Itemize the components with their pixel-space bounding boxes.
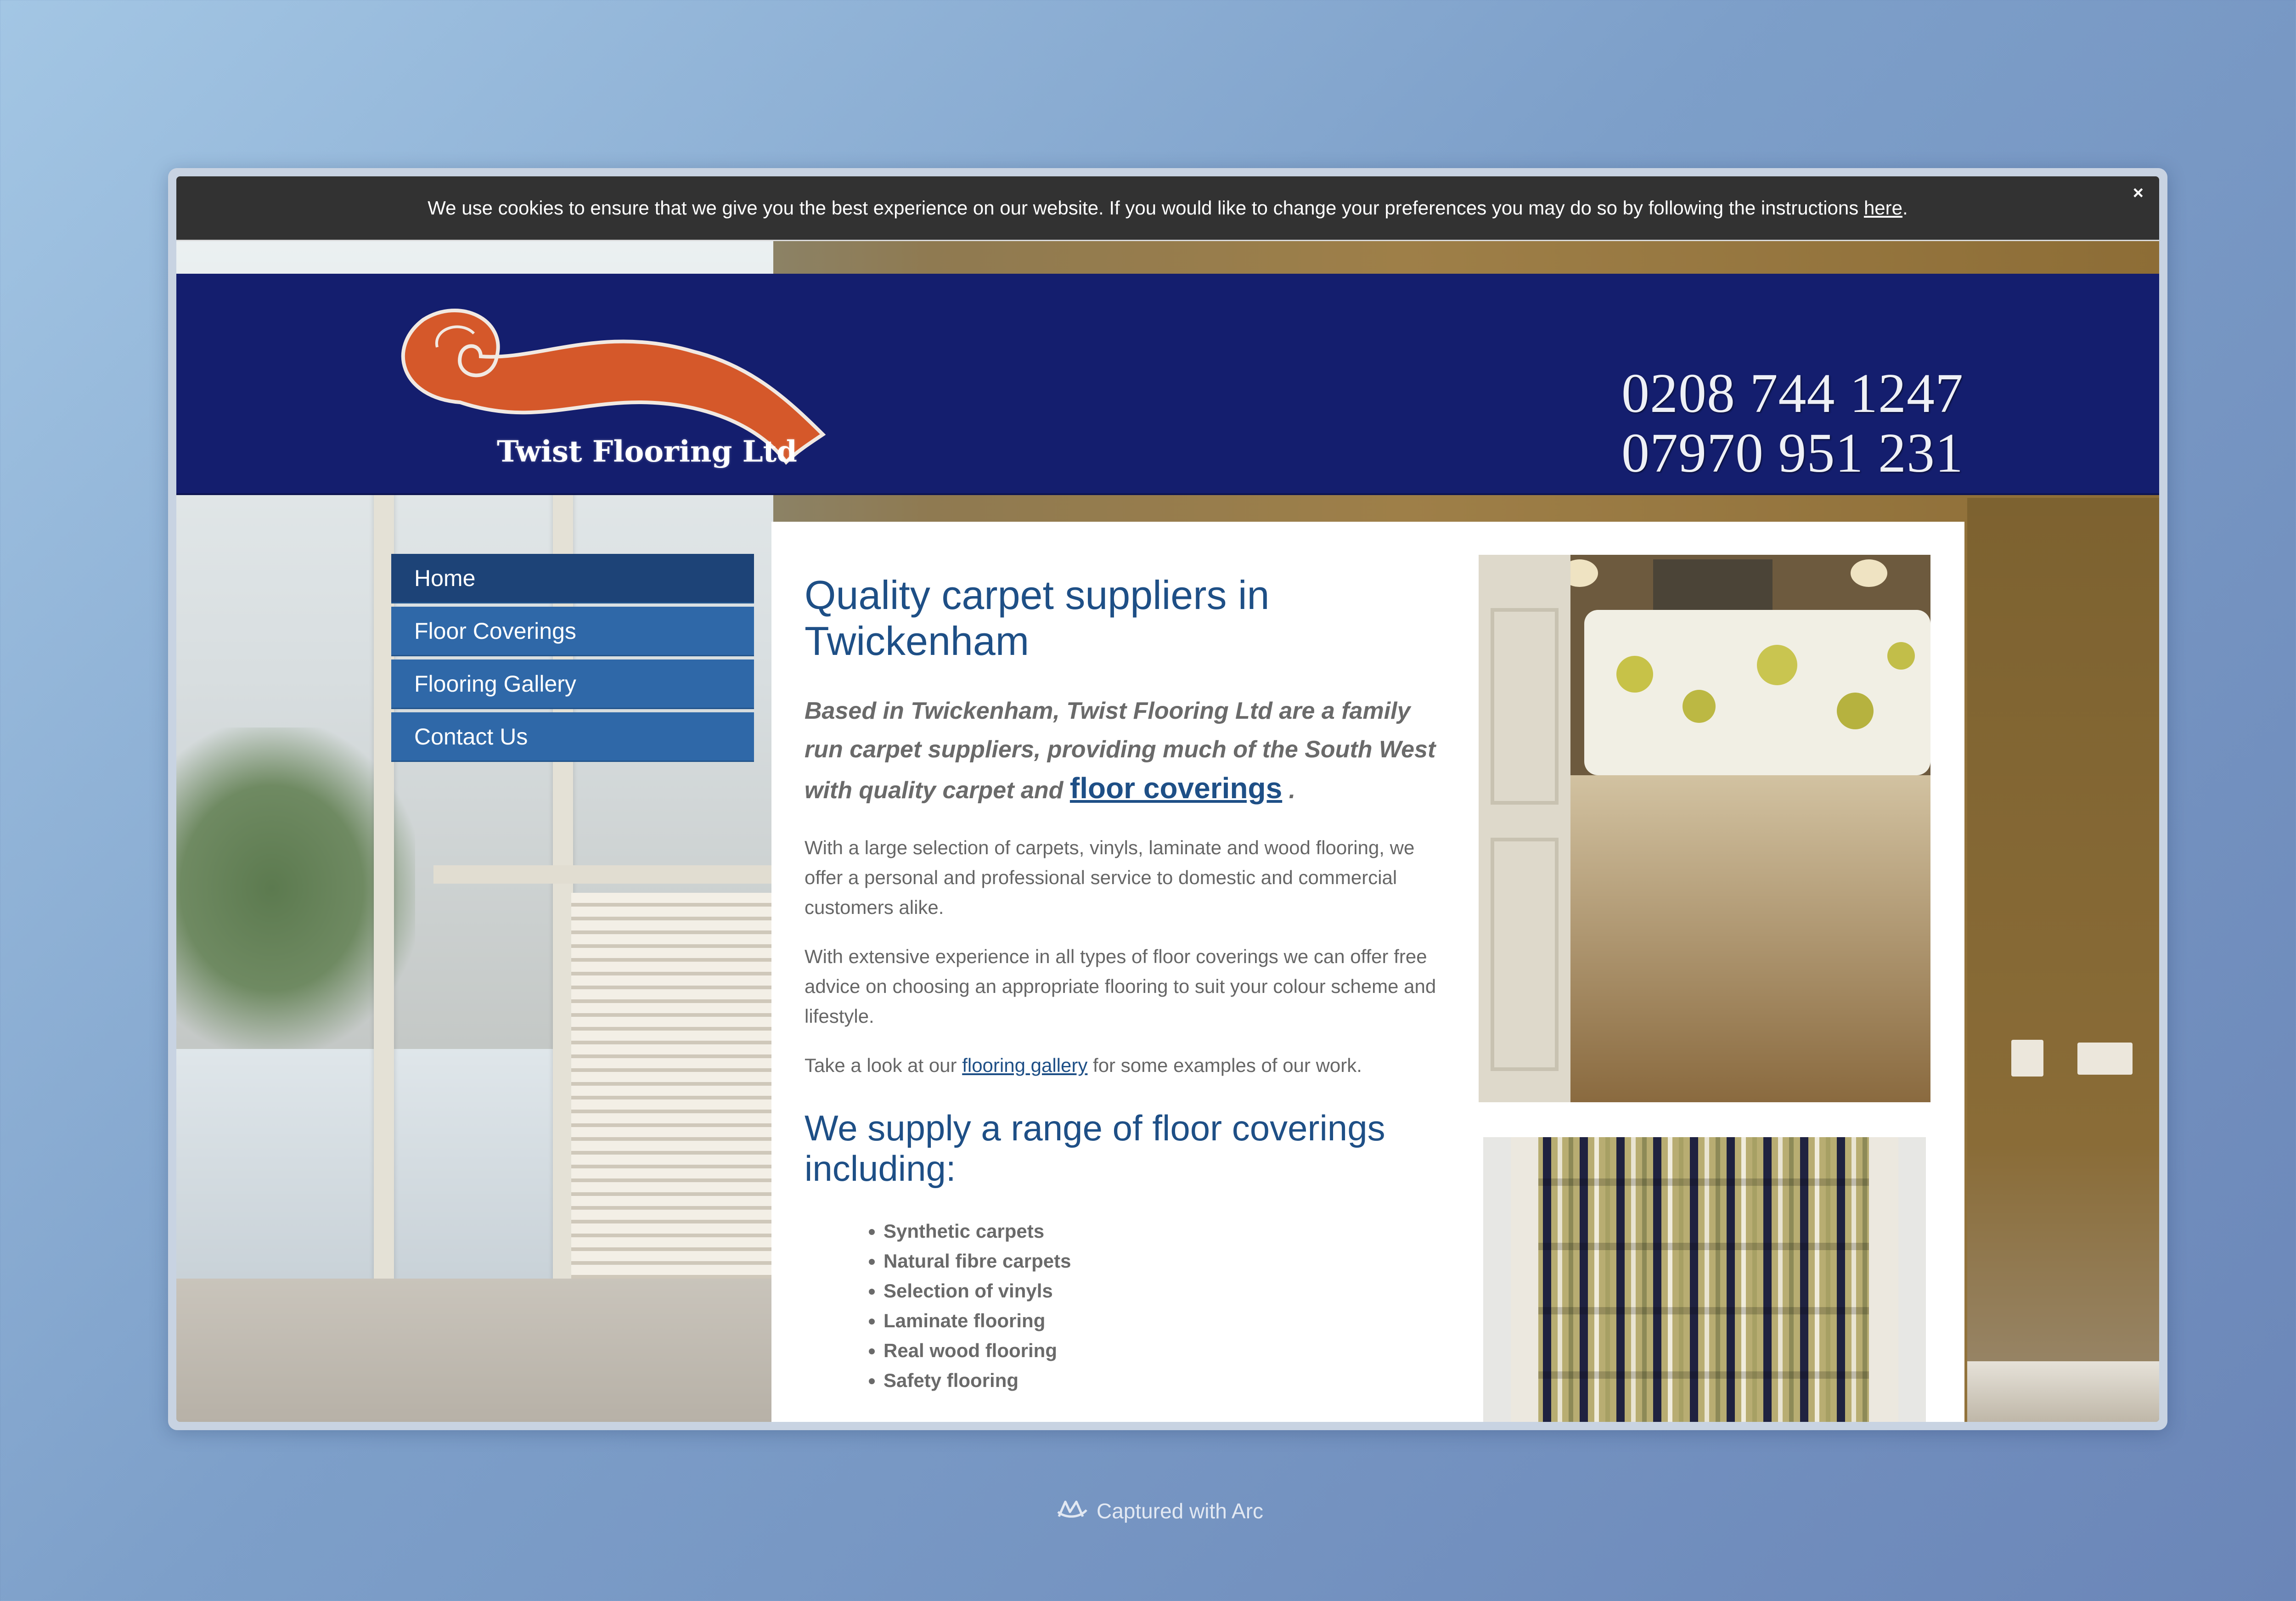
page-title: Quality carpet suppliers in Twickenham: [805, 572, 1270, 664]
background-wall: [1967, 498, 2159, 1422]
arc-caption-text: Captured with Arc: [1097, 1499, 1264, 1523]
background-wall-socket: [2011, 1040, 2043, 1077]
site-header: Twist Flooring Ltd 0208 744 1247 07970 9…: [176, 274, 2159, 495]
bedroom-carpet-photo: [1479, 555, 1930, 1102]
nav-item-home[interactable]: Home: [391, 554, 754, 603]
cookie-message: We use cookies to ensure that we give yo…: [428, 197, 1908, 219]
list-item: Laminate flooring: [884, 1306, 1438, 1336]
logo-text: Twist Flooring Ltd: [497, 434, 797, 469]
section-heading: We supply a range of floor coverings inc…: [805, 1108, 1385, 1189]
nav-item-contact-us[interactable]: Contact Us: [391, 712, 754, 762]
arc-logo-icon: [1057, 1500, 1087, 1518]
nav-item-floor-coverings[interactable]: Floor Coverings: [391, 607, 754, 656]
site-logo[interactable]: Twist Flooring Ltd: [382, 292, 841, 476]
background-carpet: [176, 1279, 773, 1422]
flooring-gallery-link[interactable]: flooring gallery: [962, 1054, 1087, 1076]
list-item: Selection of vinyls: [884, 1276, 1438, 1306]
cookie-banner: We use cookies to ensure that we give yo…: [176, 176, 2159, 241]
list-item: Natural fibre carpets: [884, 1246, 1438, 1276]
intro-paragraph: Based in Twickenham, Twist Flooring Ltd …: [805, 698, 1436, 805]
main-navigation: Home Floor Coverings Flooring Gallery Co…: [391, 554, 754, 765]
phone-number-landline: 0208 744 1247: [1621, 362, 1964, 424]
content-panel: Quality carpet suppliers in Twickenham B…: [771, 522, 1964, 1422]
cookie-instructions-link[interactable]: here: [1864, 197, 1902, 219]
experience-paragraph: With extensive experience in all types o…: [805, 946, 1436, 1027]
phone-number-mobile: 07970 951 231: [1621, 422, 1964, 484]
background-window-frame: [433, 865, 773, 884]
browser-frame: We use cookies to ensure that we give yo…: [168, 168, 2167, 1430]
floor-coverings-link[interactable]: floor coverings: [1070, 772, 1282, 805]
services-paragraph: With a large selection of carpets, vinyl…: [805, 837, 1415, 918]
list-item: Safety flooring: [884, 1365, 1438, 1395]
nav-item-flooring-gallery[interactable]: Flooring Gallery: [391, 660, 754, 709]
striped-stair-carpet-photo: [1483, 1137, 1926, 1422]
background-skirting: [1967, 1361, 2159, 1422]
floor-coverings-list: Synthetic carpets Natural fibre carpets …: [805, 1216, 1438, 1395]
cookie-close-button[interactable]: ×: [2133, 183, 2144, 203]
phone-numbers: 0208 744 1247 07970 951 231: [1621, 364, 1964, 483]
list-item: Real wood flooring: [884, 1336, 1438, 1365]
arc-capture-caption: Captured with Arc: [1056, 1498, 1263, 1524]
main-column: Quality carpet suppliers in Twickenham B…: [805, 572, 1438, 1395]
gallery-paragraph: Take a look at our flooring gallery for …: [805, 1054, 1362, 1076]
list-item: Synthetic carpets: [884, 1216, 1438, 1246]
background-wall-socket: [2077, 1043, 2133, 1075]
page-viewport: We use cookies to ensure that we give yo…: [176, 176, 2159, 1422]
